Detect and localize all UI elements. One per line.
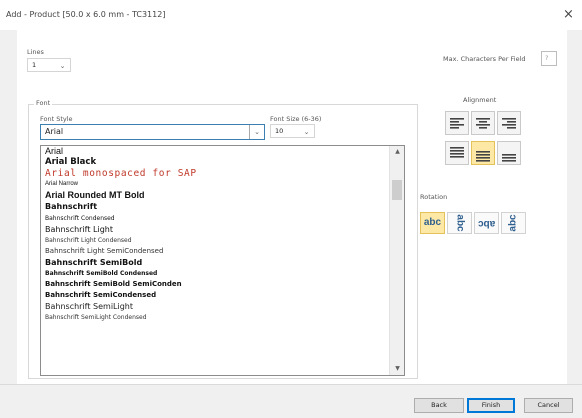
font-size-value: 10: [275, 127, 284, 135]
alignment-button[interactable]: [471, 141, 495, 165]
scroll-thumb[interactable]: [392, 180, 402, 200]
font-list-item[interactable]: Bahnschrift Light: [41, 224, 390, 235]
alignment-button[interactable]: [471, 111, 495, 135]
cancel-button[interactable]: Cancel: [524, 398, 573, 413]
font-list-item[interactable]: Bahnschrift Light SemiCondensed: [41, 246, 390, 257]
dropdown-scrollbar[interactable]: ▲ ▼: [389, 146, 404, 375]
font-list-item[interactable]: Bahnschrift: [41, 201, 390, 212]
lines-value: 1: [32, 61, 37, 69]
font-list-item[interactable]: Bahnschrift Condensed: [41, 213, 390, 224]
chevron-down-icon: ⌄: [59, 62, 66, 70]
alignment-button[interactable]: [497, 111, 521, 135]
scroll-up-icon[interactable]: ▲: [390, 146, 404, 158]
font-list: Arial Arial Black Arial monospaced for SAP…: [41, 146, 390, 324]
rotation-sample-text: abc: [454, 214, 466, 232]
finish-button[interactable]: Finish: [467, 398, 515, 413]
title-bar: Add - Product [50.0 x 6.0 mm - TC3112] ×: [0, 0, 582, 30]
scroll-down-icon[interactable]: ▼: [390, 363, 404, 375]
rotation-sample-text: abc: [507, 214, 519, 232]
rotation-button[interactable]: abc: [501, 212, 526, 234]
align-lines-icon: [476, 118, 490, 129]
max-chars-label: Max. Characters Per Field: [443, 55, 526, 63]
font-size-select[interactable]: 10 ⌄: [270, 124, 315, 138]
rotation-button[interactable]: abc: [420, 212, 445, 234]
rotation-button[interactable]: abc: [447, 212, 472, 234]
font-list-item[interactable]: Arial Rounded MT Bold: [41, 190, 390, 201]
chevron-down-icon: ⌄: [303, 128, 310, 136]
font-list-item[interactable]: Bahnschrift SemiCondensed: [41, 290, 390, 301]
chevron-down-icon: ⌄: [249, 125, 264, 139]
font-list-item[interactable]: Bahnschrift SemiLight Condensed: [41, 312, 390, 323]
alignment-button[interactable]: [445, 111, 469, 135]
font-list-item[interactable]: Bahnschrift Light Condensed: [41, 235, 390, 246]
max-chars-field[interactable]: ?: [541, 51, 557, 66]
font-size-label: Font Size (6-36): [270, 115, 322, 123]
rotation-sample-text: abc: [423, 217, 442, 228]
alignment-label: Alignment: [463, 96, 497, 104]
font-style-select[interactable]: Arial ⌄: [40, 124, 265, 140]
lines-label: Lines: [27, 48, 44, 56]
font-style-value: Arial: [45, 127, 64, 136]
font-list-item[interactable]: Bahnschrift SemiBold SemiConden: [41, 279, 390, 290]
font-list-item[interactable]: Arial Black: [41, 157, 390, 168]
back-button[interactable]: Back: [414, 398, 464, 413]
rotation-button[interactable]: abc: [474, 212, 499, 234]
font-list-item[interactable]: Bahnschrift SemiBold: [41, 257, 390, 268]
font-style-dropdown[interactable]: Arial Arial Black Arial monospaced for SAP…: [40, 145, 405, 376]
align-lines-icon: [450, 118, 464, 129]
font-list-item[interactable]: Bahnschrift SemiBold Condensed: [41, 268, 390, 279]
align-lines-icon: [476, 151, 490, 162]
font-list-item[interactable]: Arial: [41, 146, 390, 157]
align-lines-icon: [502, 118, 516, 129]
font-list-item[interactable]: Arial monospaced for SAP: [41, 168, 390, 179]
lines-select[interactable]: 1 ⌄: [27, 58, 71, 72]
rotation-sample-text: abc: [477, 218, 496, 229]
rotation-label: Rotation: [420, 193, 448, 201]
font-list-item[interactable]: Bahnschrift SemiLight: [41, 301, 390, 312]
font-style-label: Font Style: [40, 115, 73, 123]
font-group-label: Font: [34, 99, 53, 107]
alignment-button[interactable]: [445, 141, 469, 165]
font-list-item[interactable]: Arial Narrow: [41, 179, 390, 190]
align-lines-icon: [450, 147, 464, 158]
alignment-button[interactable]: [497, 141, 521, 165]
align-lines-icon: [502, 154, 516, 162]
close-icon[interactable]: ×: [563, 7, 574, 22]
window-title: Add - Product [50.0 x 6.0 mm - TC3112]: [6, 10, 166, 19]
